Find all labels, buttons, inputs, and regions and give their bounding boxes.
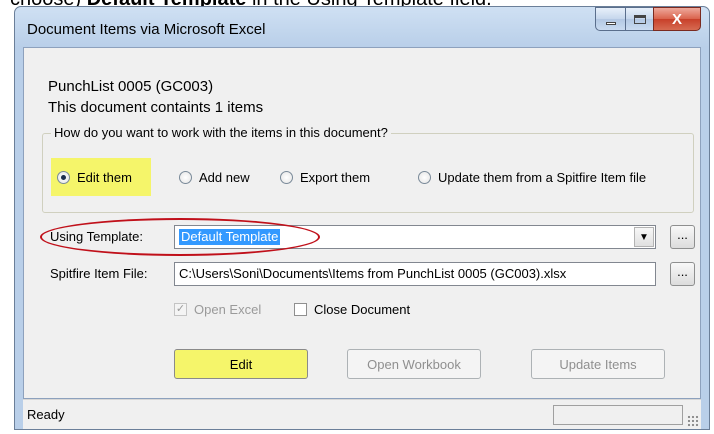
radio-update-from-file[interactable]: Update them from a Spitfire Item file xyxy=(418,164,646,190)
window-controls: X xyxy=(595,7,701,31)
resize-grip-icon[interactable] xyxy=(687,415,699,427)
status-bar: Ready xyxy=(23,399,701,429)
document-item-count: This document containts 1 items xyxy=(48,99,264,116)
maximize-icon xyxy=(633,14,646,24)
annotation-oval xyxy=(40,218,320,256)
title-bar[interactable]: Document Items via Microsoft Excel X xyxy=(15,7,709,47)
status-panel xyxy=(553,405,683,425)
close-button[interactable]: X xyxy=(653,7,701,31)
document-name: PunchList 0005 (GC003) xyxy=(48,78,214,95)
minimize-icon xyxy=(605,21,616,25)
radio-label: Add new xyxy=(199,169,250,185)
minimize-button[interactable] xyxy=(595,7,625,31)
radio-label: Edit them xyxy=(77,169,132,185)
close-icon: X xyxy=(671,10,682,28)
radio-unchecked-icon xyxy=(179,170,192,184)
work-mode-options: Edit them Add new Export them Update the… xyxy=(43,164,693,190)
item-file-input[interactable]: C:\Users\Soni\Documents\Items from Punch… xyxy=(174,262,656,286)
update-items-button[interactable]: Update Items xyxy=(531,349,665,379)
open-excel-label: Open Excel xyxy=(194,302,262,317)
checkbox-empty-icon xyxy=(294,303,307,316)
radio-edit-them[interactable]: Edit them xyxy=(57,164,132,190)
template-browse-button[interactable]: ... xyxy=(670,225,695,249)
combo-dropdown-button[interactable]: ▼ xyxy=(634,227,654,247)
close-document-checkbox[interactable]: Close Document xyxy=(294,302,410,317)
item-file-browse-button[interactable]: ... xyxy=(670,262,695,286)
open-workbook-button[interactable]: Open Workbook xyxy=(347,349,481,379)
radio-unchecked-icon xyxy=(280,170,293,184)
open-excel-checkbox[interactable]: ✓ Open Excel xyxy=(174,302,261,317)
radio-label: Export them xyxy=(300,169,371,185)
dialog-body: PunchList 0005 (GC003) This document con… xyxy=(23,47,701,399)
status-text: Ready xyxy=(27,407,65,422)
radio-unchecked-icon xyxy=(418,170,431,184)
radio-add-new[interactable]: Add new xyxy=(179,164,250,190)
close-document-label: Close Document xyxy=(314,302,411,317)
edit-button[interactable]: Edit xyxy=(174,349,308,379)
radio-checked-icon xyxy=(57,170,70,184)
checkmark-icon: ✓ xyxy=(174,303,187,316)
item-file-label: Spitfire Item File: xyxy=(50,266,148,281)
maximize-button[interactable] xyxy=(625,7,653,31)
chevron-down-icon: ▼ xyxy=(639,231,649,243)
window-title: Document Items via Microsoft Excel xyxy=(27,21,266,38)
work-mode-legend: How do you want to work with the items i… xyxy=(51,125,391,140)
radio-label: Update them from a Spitfire Item file xyxy=(438,169,647,185)
radio-export-them[interactable]: Export them xyxy=(280,164,370,190)
work-mode-groupbox: How do you want to work with the items i… xyxy=(42,125,694,213)
dialog-window: Document Items via Microsoft Excel X Pun… xyxy=(14,6,710,430)
